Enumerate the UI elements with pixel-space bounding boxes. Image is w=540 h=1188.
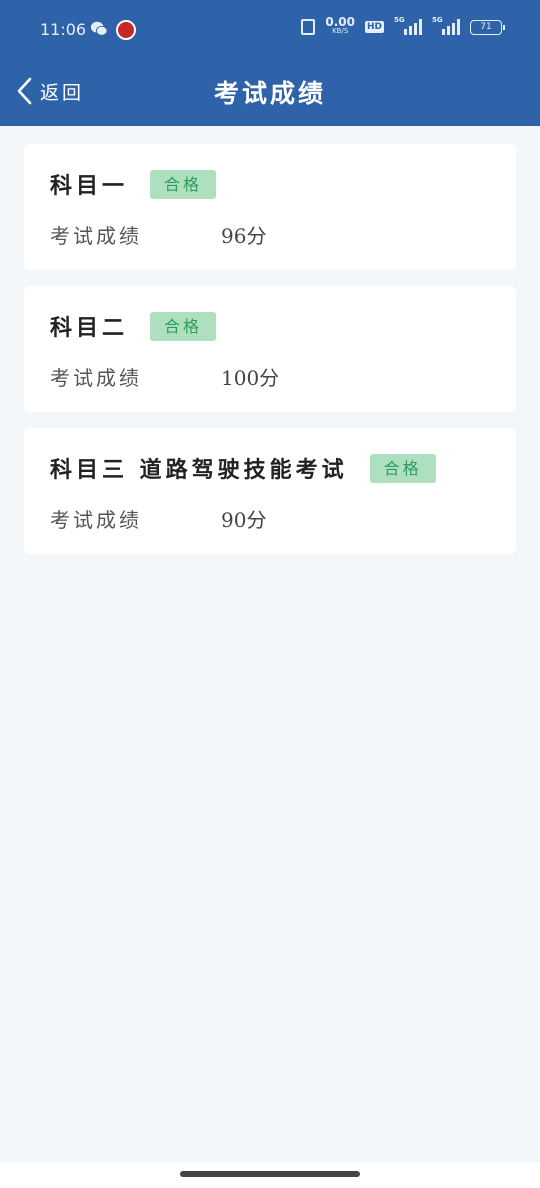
- network-speed: 0.00 KB/S: [325, 15, 355, 35]
- battery-icon: 71: [470, 19, 505, 35]
- signal-5g-icon: 5G: [394, 16, 422, 35]
- score-value: 96分: [221, 224, 267, 248]
- page-title: 考试成绩: [213, 79, 326, 108]
- status-right-icons: 0.00 KB/S HD 5G 5G 71: [301, 15, 505, 36]
- hd-icon: HD: [364, 21, 384, 33]
- status-badge: 合格: [369, 453, 436, 483]
- status-badge: 合格: [150, 311, 217, 341]
- notification-icons: [90, 20, 136, 40]
- wechat-icon: [90, 21, 108, 36]
- score-value: 100分: [221, 366, 280, 390]
- home-indicator[interactable]: [180, 1171, 360, 1177]
- header-bar: 11:06 0.00 KB/S HD 5G 5G 71 返回 考试成绩: [0, 0, 540, 126]
- score-label: 考试成绩: [50, 224, 142, 248]
- score-value: 90分: [221, 508, 267, 532]
- status-badge: 合格: [150, 169, 217, 199]
- result-card-subject-2: 科目二 合格 考试成绩 100分: [24, 286, 516, 412]
- signal-5g-icon-2: 5G: [432, 16, 460, 35]
- result-card-subject-3: 科目三 道路驾驶技能考试 合格 考试成绩 90分: [24, 428, 516, 554]
- nfc-icon: [301, 19, 316, 35]
- score-label: 考试成绩: [50, 366, 142, 390]
- subject-title: 科目二: [50, 315, 129, 341]
- app-notification-icon: [116, 20, 136, 40]
- result-card-subject-1: 科目一 合格 考试成绩 96分: [24, 144, 516, 270]
- subject-title: 科目三 道路驾驶技能考试: [50, 457, 348, 483]
- score-label: 考试成绩: [50, 508, 142, 532]
- subject-title: 科目一: [50, 173, 129, 199]
- status-time: 11:06: [40, 20, 87, 39]
